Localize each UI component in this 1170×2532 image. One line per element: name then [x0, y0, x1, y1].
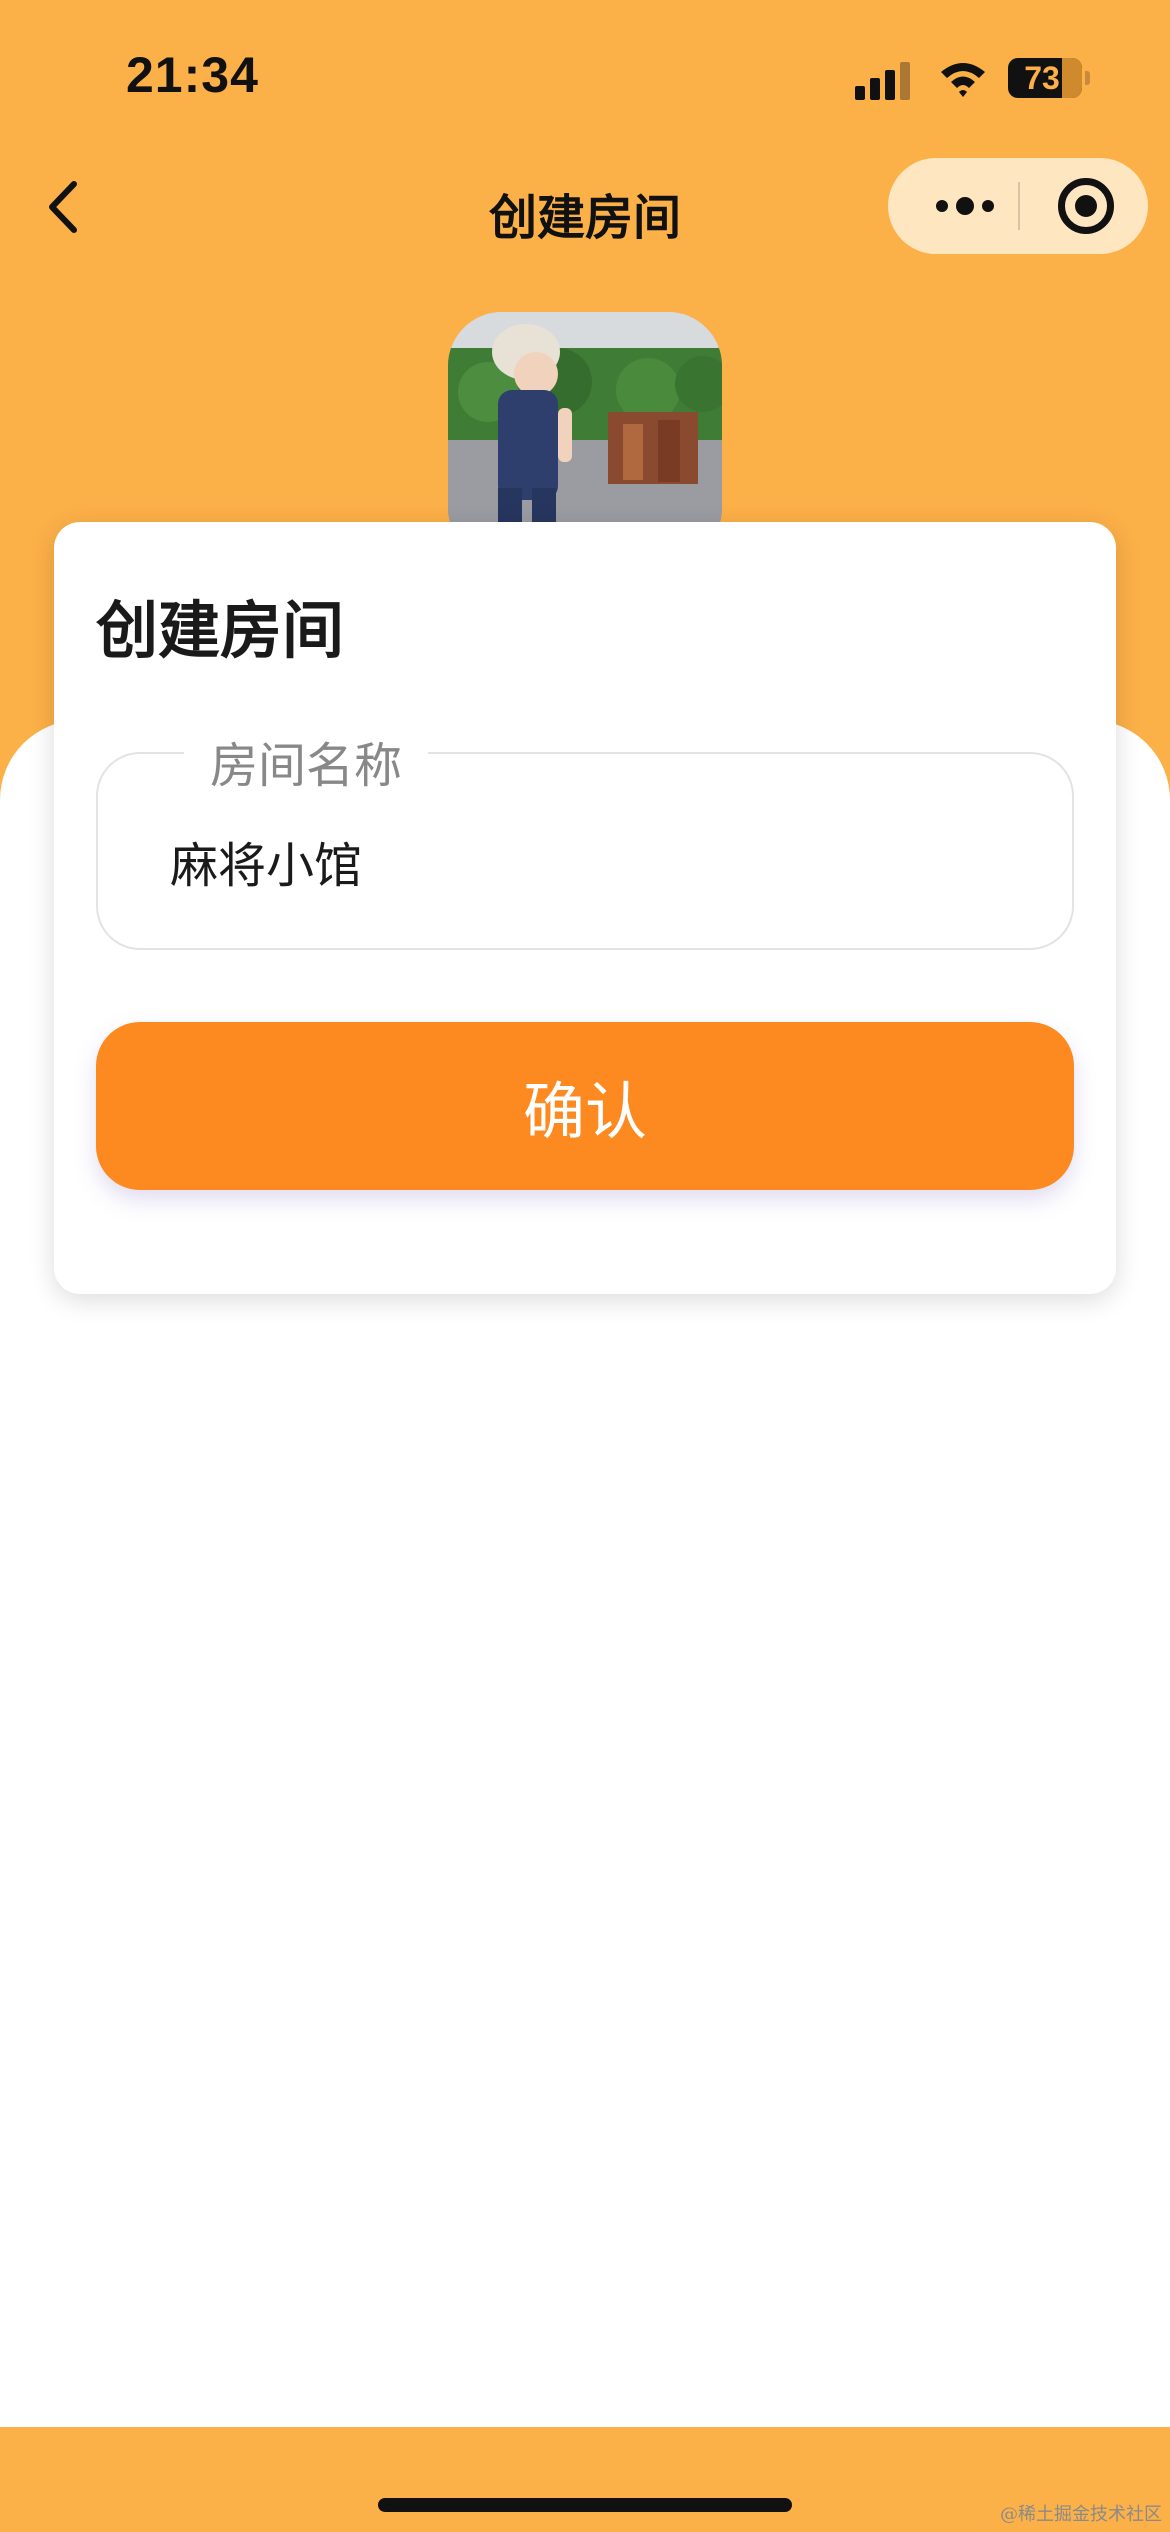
more-dots-icon[interactable] [924, 158, 1014, 254]
watermark: @稀土掘金技术社区 [1000, 2504, 1162, 2525]
room-name-input[interactable]: 麻将小馆 [170, 826, 362, 896]
target-close-icon[interactable] [1058, 178, 1114, 234]
create-room-card: 创建房间 房间名称 麻将小馆 确认 [54, 522, 1116, 1294]
battery-icon: 73 [1008, 58, 1090, 98]
card-title: 创建房间 [96, 594, 345, 667]
page-title: 创建房间 [488, 190, 681, 246]
signal-icon [855, 60, 913, 100]
home-indicator[interactable] [378, 2498, 792, 2512]
chevron-left-icon[interactable] [40, 172, 90, 242]
battery-level: 73 [1024, 60, 1060, 96]
capsule-divider [1018, 182, 1020, 230]
room-name-field[interactable]: 房间名称 麻将小馆 [96, 726, 1074, 950]
bottom-bar [0, 2427, 1170, 2532]
room-name-label: 房间名称 [184, 726, 429, 796]
wifi-icon [941, 63, 985, 97]
mini-program-capsule [888, 158, 1148, 254]
confirm-button[interactable]: 确认 [96, 1022, 1074, 1190]
status-time: 21:34 [126, 47, 259, 103]
